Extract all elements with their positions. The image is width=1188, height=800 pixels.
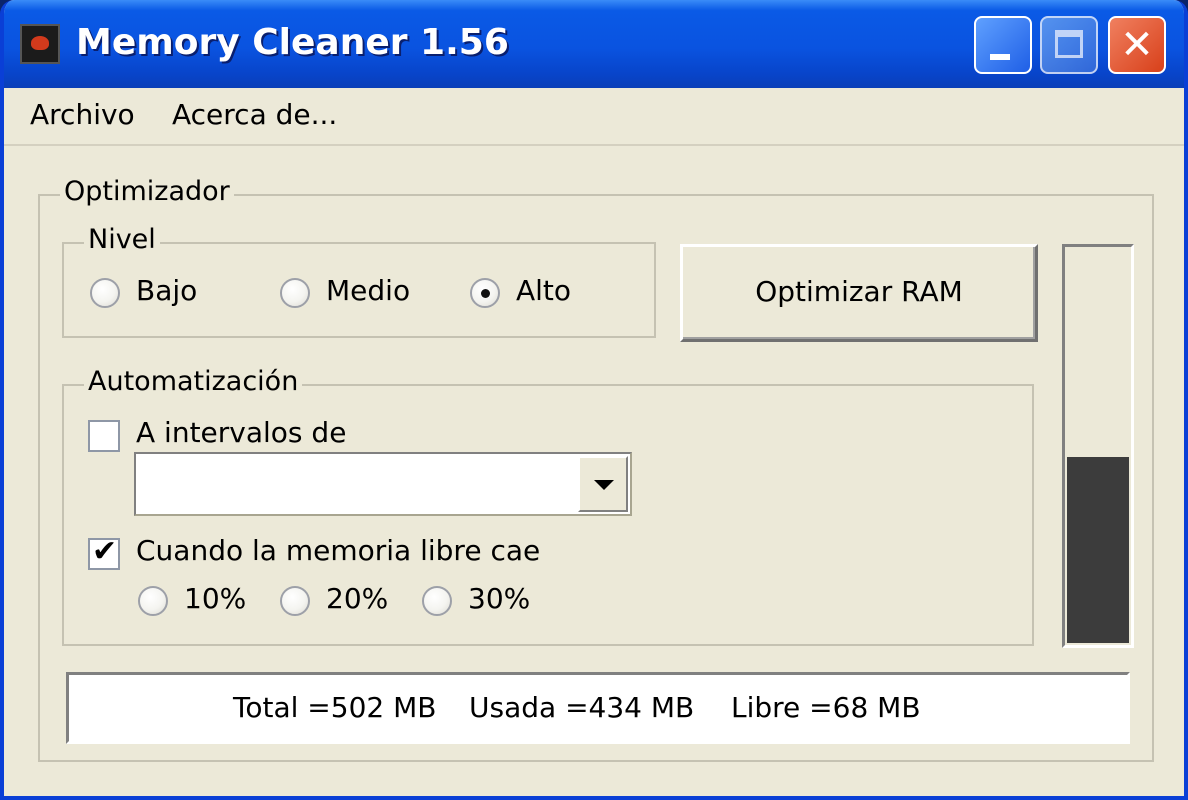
app-window: Memory Cleaner 1.56 ✕ Archivo Acerca de.… (0, 0, 1188, 800)
chevron-down-icon[interactable] (578, 456, 628, 512)
threshold-radio-30[interactable] (422, 586, 452, 616)
interval-checkbox[interactable] (88, 420, 120, 452)
threshold-radio-10[interactable] (138, 586, 168, 616)
level-label-bajo: Bajo (136, 274, 198, 307)
menu-archivo[interactable]: Archivo (30, 98, 135, 131)
threshold-radio-20[interactable] (280, 586, 310, 616)
minimize-button[interactable] (974, 16, 1032, 74)
status-total: Total =502 MB (233, 691, 437, 724)
status-used: Usada =434 MB (469, 691, 695, 724)
level-label-medio: Medio (326, 274, 411, 307)
maximize-button[interactable] (1040, 16, 1098, 74)
automation-group-label: Automatización (84, 366, 303, 397)
maximize-icon (1055, 30, 1083, 58)
memory-usage-fill (1067, 456, 1129, 643)
memory-status-bar: Total =502 MB Usada =434 MB Libre =68 MB (66, 672, 1130, 744)
level-radio-alto[interactable] (470, 278, 500, 308)
menu-bar: Archivo Acerca de... (4, 88, 1184, 146)
threshold-label-20: 20% (326, 582, 389, 615)
level-radio-medio[interactable] (280, 278, 310, 308)
level-group-label: Nivel (84, 224, 160, 255)
interval-select[interactable] (134, 452, 632, 516)
close-icon: ✕ (1120, 22, 1154, 68)
freemem-checkbox[interactable] (88, 534, 120, 570)
threshold-label-30: 30% (468, 582, 531, 615)
close-button[interactable]: ✕ (1108, 16, 1166, 74)
memory-usage-meter (1062, 244, 1134, 648)
menu-acerca-de[interactable]: Acerca de... (172, 98, 337, 131)
level-group: Nivel Bajo Medio Alto (62, 224, 656, 338)
title-bar[interactable]: Memory Cleaner 1.56 ✕ (4, 0, 1184, 88)
level-label-alto: Alto (516, 274, 572, 307)
threshold-label-10: 10% (184, 582, 247, 615)
automation-group: Automatización A intervalos de Cuando la… (62, 366, 1034, 646)
level-radio-bajo[interactable] (90, 278, 120, 308)
optimizer-group: Optimizador Nivel Bajo Medio Alto Optimi… (38, 176, 1154, 762)
minimize-icon (990, 54, 1010, 60)
optimizer-group-label: Optimizador (60, 176, 234, 207)
app-icon[interactable] (20, 24, 60, 64)
status-free: Libre =68 MB (731, 691, 921, 724)
interval-checkbox-label: A intervalos de (136, 416, 347, 449)
freemem-checkbox-label: Cuando la memoria libre cae (136, 534, 541, 567)
optimize-ram-button[interactable]: Optimizar RAM (680, 244, 1038, 342)
window-title: Memory Cleaner 1.56 (76, 22, 509, 63)
